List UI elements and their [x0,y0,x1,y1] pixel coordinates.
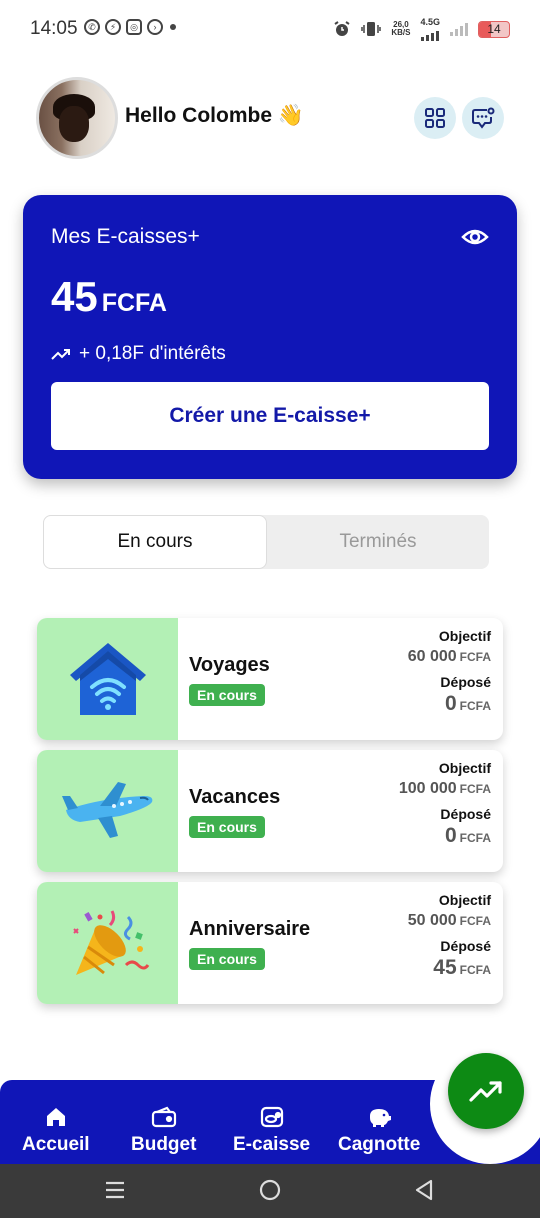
eye-icon[interactable] [461,227,489,247]
status-badge: En cours [189,816,265,838]
caisse-image [37,882,178,1004]
caisse-card-anniversaire[interactable]: Anniversaire En cours Objectif 50 000 FCF… [37,882,503,1004]
caisse-card-voyages[interactable]: Voyages En cours Objectif 60 000 FCFA Dép… [37,618,503,740]
notification-icons: ✆ ⚡ ◎ › [84,19,176,35]
caisse-name: Voyages [189,654,270,676]
trending-up-icon [51,349,70,360]
objectif-currency: FCFA [459,782,491,796]
interest-text: + 0,18F d'intérêts [79,343,226,364]
status-badge: En cours [189,684,265,706]
balance-amount: 45 FCFA [51,273,167,321]
network-type: 4.5G [420,17,440,27]
chat-bubble-icon [472,107,495,129]
objectif-label: Objectif [438,760,491,776]
caisse-amounts: Objectif 60 000 FCFA Déposé 0 FCFA [408,628,491,716]
network-block: 4.5G [420,17,440,41]
depose-currency: FCFA [459,699,491,713]
depose-value: 45 FCFA [408,956,491,980]
signal-icon [421,27,440,41]
alarm-icon [334,21,350,36]
house-wifi-icon [69,643,146,715]
create-ecaisse-button[interactable]: Créer une E-caisse+ [51,382,489,450]
depose-amount: 45 [433,956,457,979]
objectif-currency: FCFA [459,650,491,664]
grid-button[interactable] [414,97,456,139]
objectif-value: 50 000 FCFA [408,912,491,930]
depose-value: 0 FCFA [399,824,491,848]
grid-icon [425,108,445,128]
balance-card: Mes E-caisses+ 45 FCFA + 0,18F d'intérêts… [23,195,517,479]
nav-item-budget[interactable]: Budget [131,1106,196,1156]
stats-fab-button[interactable] [448,1053,524,1129]
depose-value: 0 FCFA [408,692,491,716]
caisse-name: Anniversaire [189,918,311,940]
objectif-amount: 100 000 [398,780,457,797]
caisse-name: Vacances [189,786,281,808]
instagram-icon: ◎ [126,19,142,35]
nav-label: E-caisse [233,1134,311,1155]
nav-item-cagnotte[interactable]: Cagnotte [338,1106,420,1156]
vibrate-icon [361,22,382,36]
dot-icon [170,24,176,30]
whatsapp-icon: ✆ [84,19,100,35]
depose-currency: FCFA [459,963,491,977]
avatar[interactable] [36,77,118,159]
balance-value: 45 [51,273,98,320]
signal-2-icon [450,22,468,36]
caisse-card-vacances[interactable]: Vacances En cours Objectif 100 000 FCFA D… [37,750,503,872]
home-icon [46,1108,65,1126]
piggy-bank-icon [370,1109,392,1127]
depose-amount: 0 [444,824,457,847]
trending-up-icon [469,1081,502,1102]
depose-label: Déposé [440,674,491,690]
objectif-value: 100 000 FCFA [399,780,491,798]
objectif-amount: 50 000 [407,912,457,929]
depose-currency: FCFA [459,831,491,845]
caisse-image [37,750,178,872]
caisse-amounts: Objectif 50 000 FCFA Déposé 45 FCFA [408,892,491,980]
objectif-label: Objectif [438,892,491,908]
chat-button[interactable] [462,97,504,139]
interest-row: + 0,18F d'intérêts [51,343,226,365]
nav-label: Cagnotte [338,1134,421,1155]
tab-en-cours[interactable]: En cours [43,515,267,569]
objectif-value: 60 000 FCFA [408,648,491,666]
net-speed: 26,0 KB/S [391,21,410,37]
wallet-icon [151,1106,176,1128]
status-bar: 14:05 ✆ ⚡ ◎ › 26,0 KB/S 4.5G 14 [0,0,540,58]
greeting: Hello Colombe 👋 [125,104,304,127]
home-circle-icon[interactable] [258,1178,282,1202]
objectif-label: Objectif [438,628,491,644]
depose-amount: 0 [444,692,457,715]
caisse-amounts: Objectif 100 000 FCFA Déposé 0 FCFA [399,760,491,848]
coins-icon [260,1106,283,1128]
objectif-currency: FCFA [459,914,491,928]
nav-item-ecaisse[interactable]: E-caisse [233,1106,310,1156]
system-nav-bar [0,1164,540,1218]
battery-icon: 14 [478,20,510,38]
net-speed-unit: KB/S [391,28,411,37]
battery-level: 14 [487,21,501,36]
status-time: 14:05 [30,18,78,39]
objectif-amount: 60 000 [407,648,457,665]
status-tabs: En cours Terminés [43,515,489,569]
party-popper-icon [72,910,149,975]
airplane-icon [61,782,152,838]
back-icon[interactable] [414,1178,434,1202]
depose-label: Déposé [440,938,491,954]
caisse-image [37,618,178,740]
messenger-icon: ⚡ [105,19,121,35]
system-icons: 26,0 KB/S 4.5G 14 [333,17,510,41]
nav-label: Budget [131,1134,197,1155]
tab-termines[interactable]: Terminés [267,515,489,569]
card-title: Mes E-caisses+ [51,225,200,248]
depose-label: Déposé [440,806,491,822]
balance-currency: FCFA [101,289,167,317]
avatar-face [59,106,89,142]
chat-icon: › [147,19,163,35]
nav-label: Accueil [22,1134,90,1155]
menu-icon[interactable] [104,1178,126,1202]
nav-item-accueil[interactable]: Accueil [22,1106,90,1156]
status-badge: En cours [189,948,265,970]
